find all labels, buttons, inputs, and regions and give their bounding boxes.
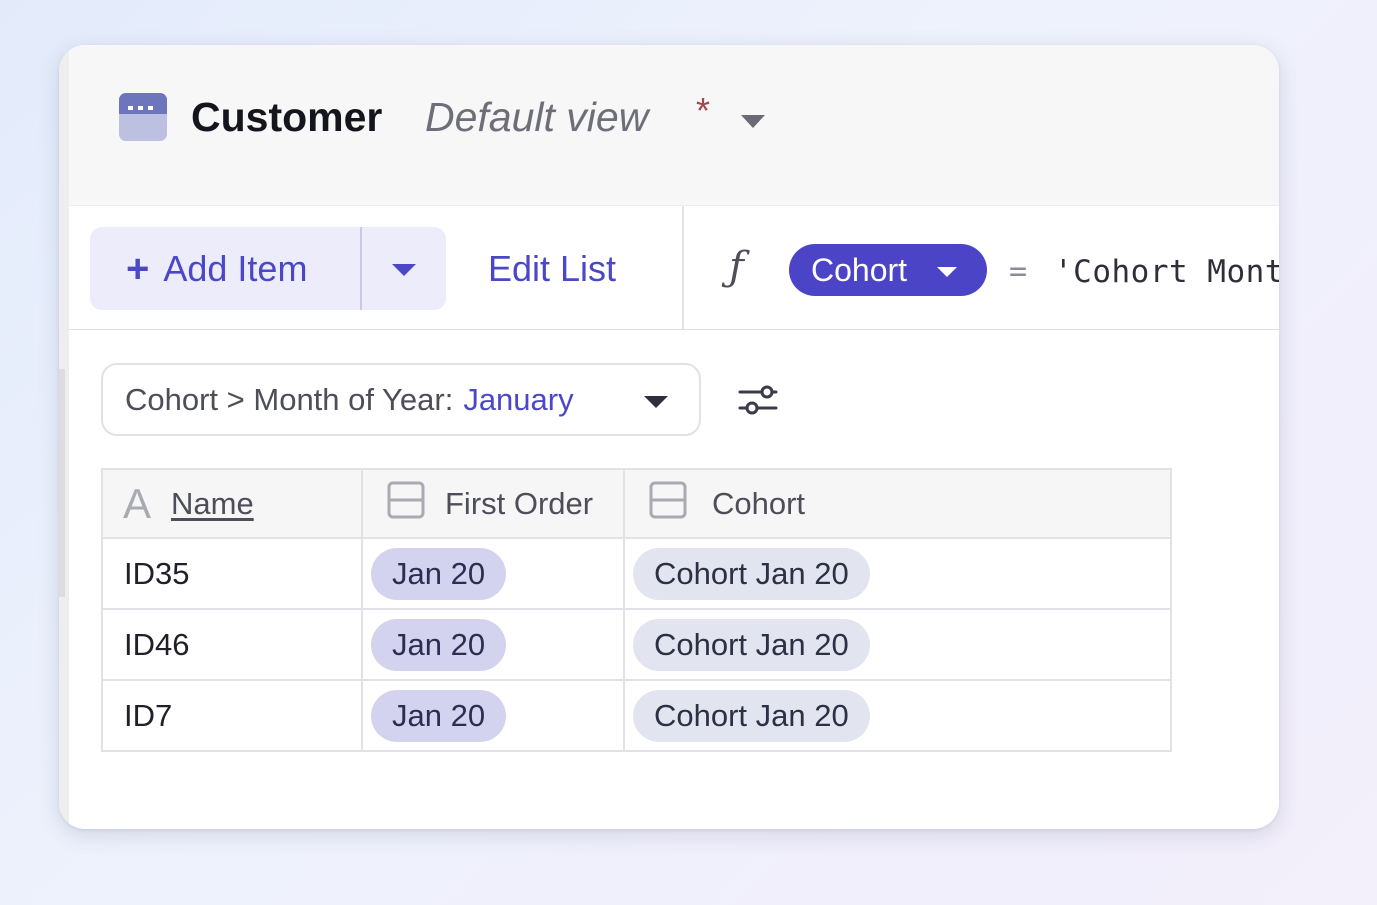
cell-first-order[interactable]: Jan 20 [361, 608, 625, 681]
sliders-icon[interactable] [737, 379, 779, 421]
cell-first-order[interactable]: Jan 20 [361, 537, 625, 610]
cohort-chip[interactable]: Cohort Jan 20 [633, 547, 870, 600]
formula-operator: = [1009, 254, 1028, 289]
table-row[interactable]: ID35 Jan 20 Cohort Jan 20 [101, 537, 1172, 610]
text-type-icon: A [123, 479, 152, 527]
first-order-chip[interactable]: Jan 20 [371, 547, 507, 600]
caret-down-icon [392, 264, 416, 276]
cell-name[interactable]: ID46 [101, 608, 363, 681]
chevron-down-icon[interactable] [741, 115, 765, 128]
cell-cohort[interactable]: Cohort Jan 20 [623, 679, 1172, 752]
column-header-first-order[interactable]: First Order [361, 468, 625, 539]
column-header-name[interactable]: A Name [101, 468, 363, 539]
add-item-button[interactable]: + Add Item [90, 227, 360, 310]
table-header-row: A Name First Order Cohort [101, 468, 1172, 539]
cell-cohort[interactable]: Cohort Jan 20 [623, 608, 1172, 681]
plus-icon: + [126, 246, 150, 291]
unsaved-changes-marker: * [696, 90, 711, 131]
filter-label: Cohort > Month of Year: [125, 381, 454, 417]
list-view-panel: Customer Default view * + Add Item Edit … [59, 45, 1279, 829]
add-item-menu-button[interactable] [362, 227, 446, 310]
column-label: Name [171, 485, 254, 521]
cell-name[interactable]: ID7 [101, 679, 363, 752]
cell-name[interactable]: ID35 [101, 537, 363, 610]
list-toolbar: + Add Item Edit List ƒ Cohort = 'Cohort … [69, 206, 1279, 330]
table-row[interactable]: ID46 Jan 20 Cohort Jan 20 [101, 608, 1172, 681]
page-title: Customer [191, 94, 383, 140]
table-icon [119, 93, 167, 141]
resize-handle[interactable] [59, 369, 65, 597]
first-order-chip[interactable]: Jan 20 [371, 689, 507, 742]
filter-value: January [463, 381, 574, 417]
toolbar-divider [682, 206, 684, 330]
function-icon[interactable]: ƒ [729, 242, 765, 292]
cell-cohort[interactable]: Cohort Jan 20 [623, 537, 1172, 610]
filter-dropdown[interactable]: Cohort > Month of Year: January [101, 363, 701, 436]
column-header-cohort[interactable]: Cohort [623, 468, 1172, 539]
formula-field-chip[interactable]: Cohort [789, 244, 987, 296]
cohort-chip[interactable]: Cohort Jan 20 [633, 689, 870, 742]
view-name-selector[interactable]: Default view [425, 93, 648, 141]
panel-left-edge [59, 45, 69, 829]
data-table: A Name First Order Cohort ID35 Jan 20 Co… [101, 468, 1172, 752]
cohort-chip[interactable]: Cohort Jan 20 [633, 618, 870, 671]
edit-list-button[interactable]: Edit List [488, 227, 616, 310]
cell-first-order[interactable]: Jan 20 [361, 679, 625, 752]
link-field-icon [649, 481, 687, 527]
column-label: First Order [445, 485, 594, 521]
table-row[interactable]: ID7 Jan 20 Cohort Jan 20 [101, 679, 1172, 752]
formula-expression[interactable]: 'Cohort Mont [1054, 252, 1279, 292]
add-item-label: Add Item [163, 247, 308, 289]
caret-down-icon [644, 396, 668, 408]
link-field-icon [387, 481, 425, 527]
column-label: Cohort [712, 485, 806, 521]
view-header: Customer Default view * [69, 45, 1279, 206]
add-item-split-button: + Add Item [90, 227, 446, 310]
formula-field-label: Cohort [811, 251, 908, 288]
caret-down-icon [937, 267, 957, 277]
first-order-chip[interactable]: Jan 20 [371, 618, 507, 671]
